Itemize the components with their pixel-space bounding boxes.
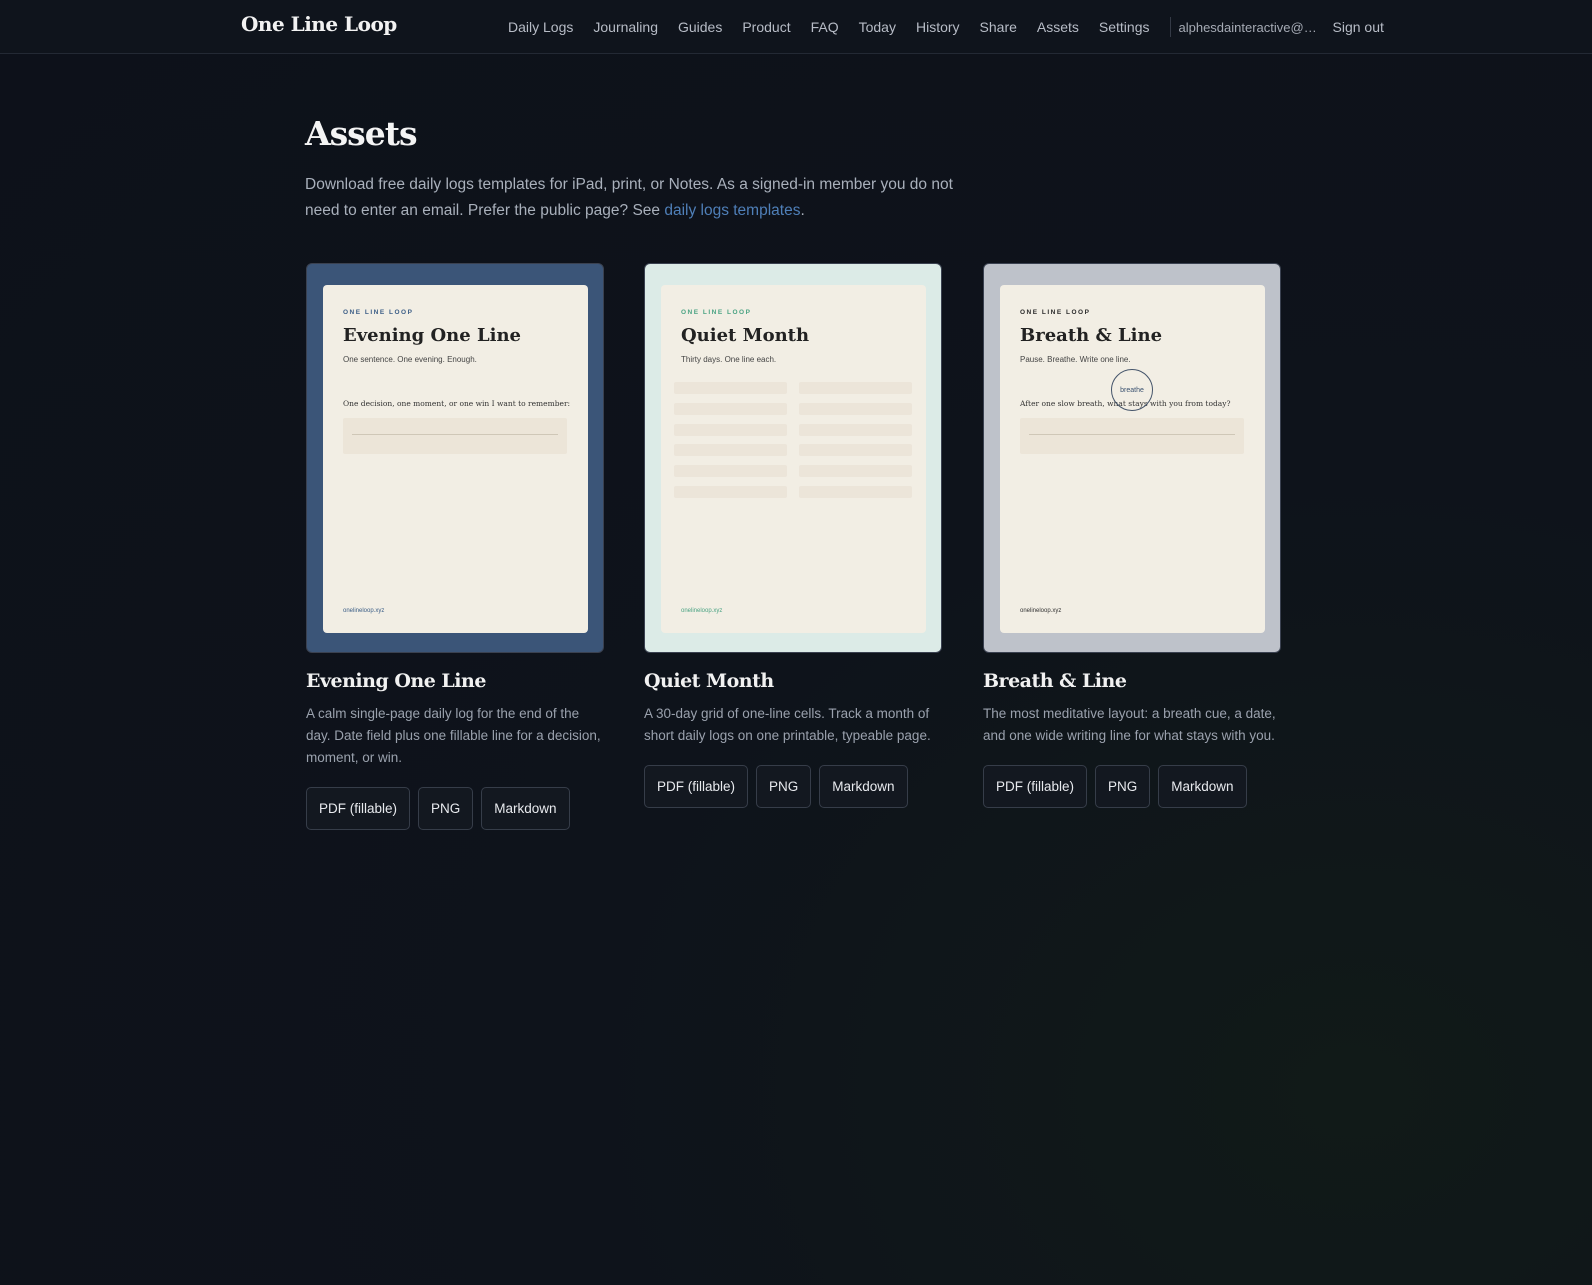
breath-circle-icon: breathe <box>1111 369 1153 411</box>
sign-out-link[interactable]: Sign out <box>1333 19 1384 35</box>
download-pdf-button[interactable]: PDF (fillable) <box>644 765 749 808</box>
download-markdown-button[interactable]: Markdown <box>481 787 570 830</box>
card-description: A calm single-page daily log for the end… <box>306 706 601 765</box>
grid-cell <box>674 486 787 498</box>
main-nav: Daily Logs Journaling Guides Product FAQ… <box>508 17 1384 37</box>
preview-sheet: ONE LINE LOOP Breath & Line Pause. Breat… <box>1000 285 1265 633</box>
nav-history[interactable]: History <box>916 19 960 35</box>
download-png-button[interactable]: PNG <box>418 787 474 830</box>
grid-cell <box>799 444 912 456</box>
card-title: Quiet Month <box>644 670 774 692</box>
sheet-subtitle: One sentence. One evening. Enough. <box>343 355 477 364</box>
grid-cell <box>799 403 912 415</box>
breath-label: breathe <box>1120 386 1144 394</box>
sheet-footer: onelineloop.xyz <box>343 608 385 614</box>
nav-guides[interactable]: Guides <box>678 19 722 35</box>
sheet-kicker: ONE LINE LOOP <box>681 309 752 316</box>
nav-product[interactable]: Product <box>742 19 790 35</box>
page-intro: Download free daily logs templates for i… <box>305 172 985 224</box>
download-buttons: PDF (fillable) PNG Markdown <box>306 787 604 830</box>
download-png-button[interactable]: PNG <box>756 765 812 808</box>
nav-assets[interactable]: Assets <box>1037 19 1079 35</box>
preview-sheet: ONE LINE LOOP Evening One Line One sente… <box>323 285 588 633</box>
top-navigation-bar: One Line Loop Daily Logs Journaling Guid… <box>0 0 1592 54</box>
user-email: alphesdainteractive@gm... <box>1178 19 1318 35</box>
brand-logo[interactable]: One Line Loop <box>241 12 397 36</box>
grid-cell <box>799 465 912 477</box>
download-markdown-button[interactable]: Markdown <box>1158 765 1247 808</box>
grid-cell <box>674 382 787 394</box>
sheet-writing-field <box>343 418 567 454</box>
asset-card-evening-one-line: ONE LINE LOOP Evening One Line One sente… <box>306 263 604 830</box>
nav-divider <box>1169 17 1171 37</box>
nav-today[interactable]: Today <box>859 19 896 35</box>
sheet-footer: onelineloop.xyz <box>1020 608 1062 614</box>
nav-journaling[interactable]: Journaling <box>593 19 658 35</box>
download-markdown-button[interactable]: Markdown <box>819 765 908 808</box>
daily-logs-templates-link[interactable]: daily logs templates <box>664 202 800 219</box>
grid-cell <box>674 403 787 415</box>
sheet-kicker: ONE LINE LOOP <box>343 309 414 316</box>
nav-daily-logs[interactable]: Daily Logs <box>508 19 573 35</box>
card-title: Breath & Line <box>983 670 1127 692</box>
nav-settings[interactable]: Settings <box>1099 19 1150 35</box>
page-title: Assets <box>305 114 418 153</box>
download-png-button[interactable]: PNG <box>1095 765 1151 808</box>
grid-cell <box>674 424 787 436</box>
sheet-title: Quiet Month <box>681 325 810 346</box>
card-description: A 30-day grid of one-line cells. Track a… <box>644 706 931 743</box>
card-title: Evening One Line <box>306 670 486 692</box>
asset-card-breath-and-line: ONE LINE LOOP Breath & Line Pause. Breat… <box>983 263 1281 808</box>
intro-suffix: . <box>800 202 805 219</box>
asset-card-quiet-month: ONE LINE LOOP Quiet Month Thirty days. O… <box>644 263 942 808</box>
download-buttons: PDF (fillable) PNG Markdown <box>644 765 942 808</box>
download-buttons: PDF (fillable) PNG Markdown <box>983 765 1281 808</box>
sheet-writing-field <box>1020 418 1244 454</box>
grid-cell <box>674 444 787 456</box>
template-preview[interactable]: ONE LINE LOOP Breath & Line Pause. Breat… <box>983 263 1281 653</box>
template-preview[interactable]: ONE LINE LOOP Quiet Month Thirty days. O… <box>644 263 942 653</box>
sheet-title: Evening One Line <box>343 325 522 346</box>
sheet-prompt: One decision, one moment, or one win I w… <box>343 399 571 408</box>
grid-cell <box>674 465 787 477</box>
intro-text: Download free daily logs templates for i… <box>305 176 953 219</box>
grid-cell <box>799 486 912 498</box>
sheet-subtitle: Thirty days. One line each. <box>681 355 777 364</box>
nav-share[interactable]: Share <box>980 19 1017 35</box>
download-pdf-button[interactable]: PDF (fillable) <box>306 787 411 830</box>
card-description: The most meditative layout: a breath cue… <box>983 706 1276 743</box>
template-preview[interactable]: ONE LINE LOOP Evening One Line One sente… <box>306 263 604 653</box>
sheet-footer: onelineloop.xyz <box>681 608 723 614</box>
nav-faq[interactable]: FAQ <box>811 19 839 35</box>
sheet-subtitle: Pause. Breathe. Write one line. <box>1020 355 1131 364</box>
sheet-title: Breath & Line <box>1020 325 1163 346</box>
sheet-kicker: ONE LINE LOOP <box>1020 309 1091 316</box>
download-pdf-button[interactable]: PDF (fillable) <box>983 765 1088 808</box>
grid-cell <box>799 424 912 436</box>
grid-cell <box>799 382 912 394</box>
preview-sheet: ONE LINE LOOP Quiet Month Thirty days. O… <box>661 285 926 633</box>
